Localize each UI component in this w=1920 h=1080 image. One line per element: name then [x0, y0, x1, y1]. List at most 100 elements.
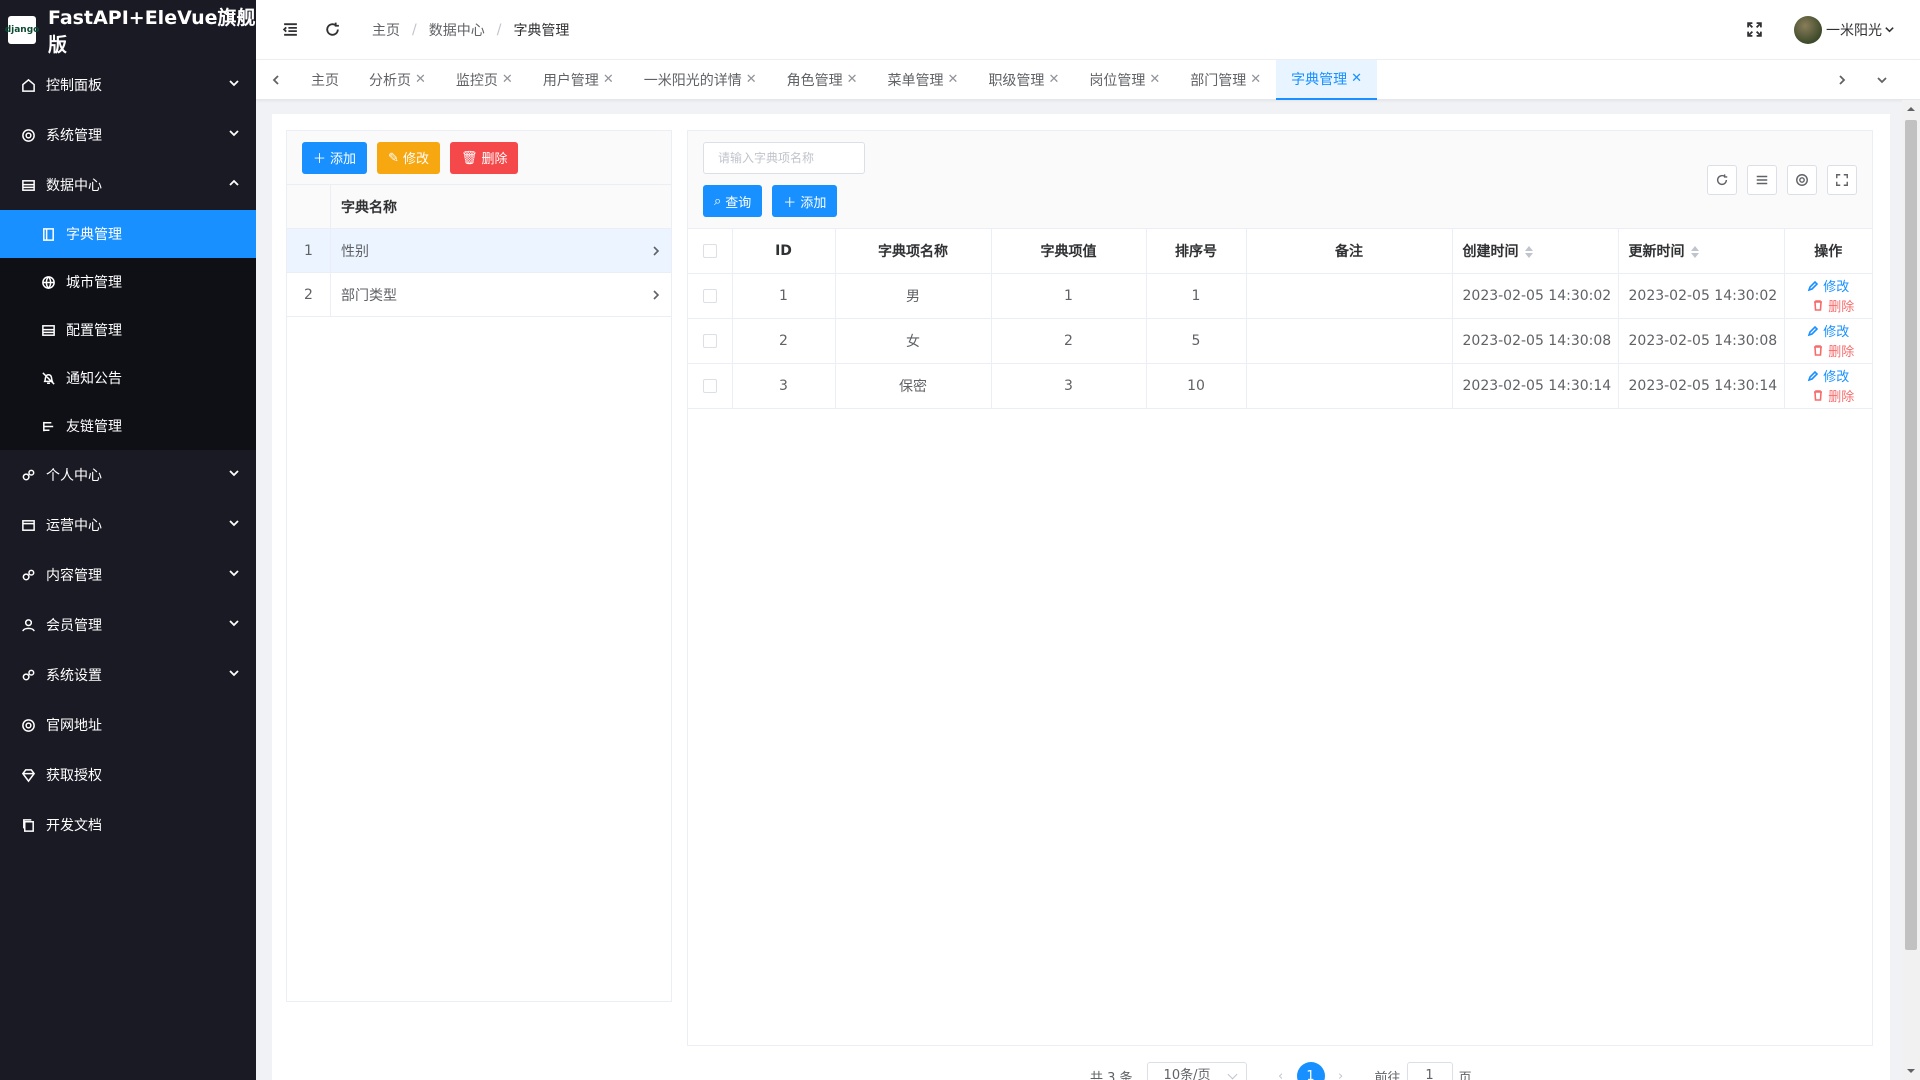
- page-size-select[interactable]: 10条/页: [1146, 1062, 1247, 1080]
- scroll-down-icon[interactable]: [1906, 1066, 1916, 1076]
- pagination-total: 共 3 条: [1090, 1070, 1133, 1080]
- tab-users[interactable]: 用户管理 ✕: [528, 60, 629, 100]
- delete-link[interactable]: 删除: [1812, 296, 1854, 315]
- refresh-icon[interactable]: [1707, 165, 1737, 195]
- sidebar-subitem-links[interactable]: 友链管理: [0, 402, 256, 450]
- edit-dictionary-button[interactable]: ✎ 修改: [377, 141, 440, 174]
- tab-menus[interactable]: 菜单管理 ✕: [873, 60, 974, 100]
- tabs-menu-chevron-icon[interactable]: [1862, 60, 1902, 100]
- chevron-down-icon: [228, 617, 240, 633]
- tabs-scroll-right-icon[interactable]: [1822, 60, 1862, 100]
- close-icon[interactable]: ✕: [1250, 72, 1261, 87]
- cell-actions: 修改 删除: [1784, 318, 1872, 364]
- close-icon[interactable]: ✕: [502, 72, 513, 87]
- sort-icon[interactable]: [1524, 245, 1533, 258]
- breadcrumb-home[interactable]: 主页: [372, 20, 400, 40]
- edit-link[interactable]: 修改: [1807, 321, 1849, 340]
- tabs-scroll-left-icon[interactable]: [256, 60, 296, 100]
- sidebar-subitem-city[interactable]: 城市管理: [0, 258, 256, 306]
- close-icon[interactable]: ✕: [1351, 71, 1362, 86]
- delete-dictionary-button[interactable]: 🗑 删除: [449, 141, 519, 174]
- row-checkbox[interactable]: [688, 363, 733, 409]
- scroll-up-icon[interactable]: [1906, 104, 1916, 114]
- sidebar-item-get-license[interactable]: 获取授权: [0, 750, 256, 800]
- tab-user-detail[interactable]: 一米阳光的详情 ✕: [629, 60, 772, 100]
- table-header-row: ID 字典项名称 字典项值 排序号 备注 创建时间 更新时间 操作: [688, 229, 1872, 274]
- add-dictionary-button[interactable]: ＋添加: [302, 141, 368, 174]
- row-checkbox[interactable]: [688, 318, 733, 364]
- density-icon[interactable]: [1747, 165, 1777, 195]
- edit-link[interactable]: 修改: [1807, 366, 1849, 385]
- column-header-actions: 操作: [1784, 229, 1872, 274]
- sidebar-subitem-config[interactable]: 配置管理: [0, 306, 256, 354]
- close-icon[interactable]: ✕: [847, 72, 858, 87]
- close-icon[interactable]: ✕: [948, 72, 959, 87]
- prev-page-icon[interactable]: ‹: [1271, 1069, 1291, 1080]
- close-icon[interactable]: ✕: [603, 72, 614, 87]
- sidebar-subitem-notice[interactable]: 通知公告: [0, 354, 256, 402]
- menu-fold-icon[interactable]: [280, 20, 300, 40]
- page-scrollbar[interactable]: [1902, 100, 1920, 1080]
- gears-icon: [20, 667, 36, 683]
- tab-positions[interactable]: 岗位管理 ✕: [1074, 60, 1175, 100]
- search-input[interactable]: 请输入字典项名称: [703, 142, 865, 174]
- close-icon[interactable]: ✕: [1048, 72, 1059, 87]
- settings-icon[interactable]: [1787, 165, 1817, 195]
- add-item-button[interactable]: ＋添加: [772, 185, 838, 217]
- index-column-header: [287, 185, 331, 228]
- tab-roles[interactable]: 角色管理 ✕: [772, 60, 873, 100]
- column-header-created[interactable]: 创建时间: [1452, 229, 1619, 274]
- sidebar-item-data-center[interactable]: 数据中心: [0, 160, 256, 210]
- sidebar-item-member-management[interactable]: 会员管理: [0, 600, 256, 650]
- close-icon[interactable]: ✕: [1149, 72, 1160, 87]
- column-header-updated[interactable]: 更新时间: [1618, 229, 1785, 274]
- sidebar-subitem-dictionary[interactable]: 字典管理: [0, 210, 256, 258]
- next-page-icon[interactable]: ›: [1331, 1069, 1351, 1080]
- sidebar-item-operations-center[interactable]: 运营中心: [0, 500, 256, 550]
- delete-link[interactable]: 删除: [1812, 341, 1854, 360]
- dictionary-row[interactable]: 1 性别: [287, 229, 671, 273]
- button-label: 修改: [402, 151, 429, 166]
- select-all-checkbox[interactable]: [688, 229, 733, 274]
- sidebar-item-personal-center[interactable]: 个人中心: [0, 450, 256, 500]
- tab-monitor[interactable]: 监控页 ✕: [441, 60, 528, 100]
- row-checkbox[interactable]: [688, 273, 733, 319]
- sidebar-item-label: 控制面板: [46, 78, 102, 94]
- sidebar-item-content-management[interactable]: 内容管理: [0, 550, 256, 600]
- sidebar-item-system-management[interactable]: 系统管理: [0, 110, 256, 160]
- tab-analysis[interactable]: 分析页 ✕: [354, 60, 441, 100]
- sidebar-item-label: 内容管理: [46, 568, 102, 584]
- tab-home[interactable]: 主页: [296, 60, 354, 100]
- chevron-down-icon[interactable]: [1882, 20, 1896, 40]
- scrollbar-thumb[interactable]: [1905, 120, 1917, 950]
- fullscreen-icon[interactable]: [1827, 165, 1857, 195]
- refresh-icon[interactable]: [322, 20, 342, 40]
- tab-dictionary[interactable]: 字典管理 ✕: [1276, 59, 1378, 100]
- dictionary-row[interactable]: 2 部门类型: [287, 273, 671, 317]
- close-icon[interactable]: ✕: [746, 72, 757, 87]
- globe-icon: [20, 717, 36, 733]
- tab-departments[interactable]: 部门管理 ✕: [1175, 60, 1276, 100]
- sidebar-item-dev-docs[interactable]: 开发文档: [0, 800, 256, 850]
- sidebar-item-system-settings[interactable]: 系统设置: [0, 650, 256, 700]
- delete-link[interactable]: 删除: [1812, 386, 1854, 405]
- avatar[interactable]: [1794, 15, 1822, 44]
- cell-sort: 5: [1146, 318, 1247, 364]
- page-number-current[interactable]: 1: [1296, 1062, 1325, 1080]
- sort-icon[interactable]: [1690, 245, 1699, 258]
- cell-sort: 10: [1146, 363, 1247, 409]
- close-icon[interactable]: ✕: [415, 72, 426, 87]
- fullscreen-icon[interactable]: [1744, 20, 1764, 40]
- user-name[interactable]: 一米阳光: [1826, 20, 1882, 40]
- dictionary-items-panel: 请输入字典项名称 ⌕ 查询 ＋添加 ID 字典项名称 字典项值 排序号 备注 创建…: [687, 130, 1873, 1046]
- database-icon: [40, 322, 56, 338]
- sidebar-item-official-site[interactable]: 官网地址: [0, 700, 256, 750]
- breadcrumb-data-center[interactable]: 数据中心: [429, 20, 485, 40]
- sidebar-item-dashboard[interactable]: 控制面板: [0, 60, 256, 110]
- goto-page-input[interactable]: 1: [1406, 1062, 1453, 1080]
- column-header-id: ID: [732, 229, 836, 274]
- query-button[interactable]: ⌕ 查询: [703, 185, 763, 217]
- tab-levels[interactable]: 职级管理 ✕: [973, 60, 1074, 100]
- sidebar: django FastAPI+EleVue旗舰版 控制面板 系统管理 数据中心 …: [0, 0, 256, 1080]
- edit-link[interactable]: 修改: [1807, 276, 1849, 295]
